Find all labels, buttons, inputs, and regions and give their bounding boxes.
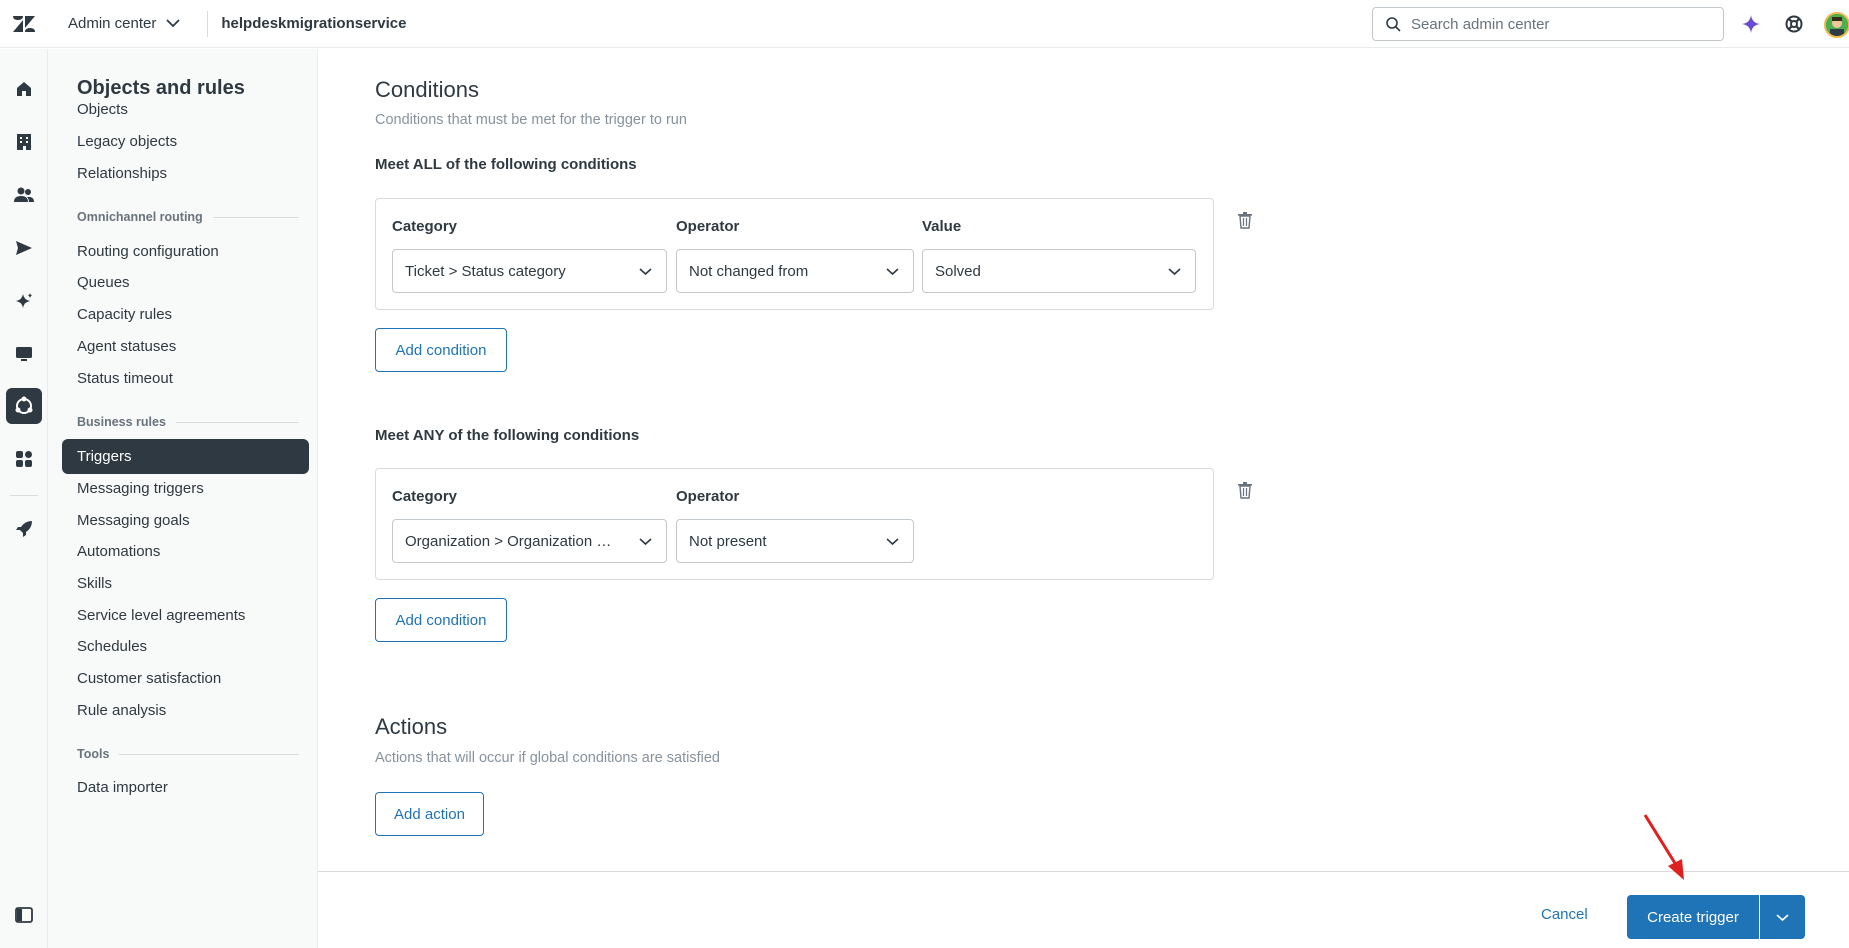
annotation-arrow-icon bbox=[1643, 814, 1684, 880]
chevron-down-icon bbox=[1776, 913, 1789, 921]
nav-item-triggers-label: Triggers bbox=[77, 448, 132, 465]
trigger-editor: Conditions Conditions that must be met f… bbox=[318, 49, 1849, 871]
secondary-nav: Objects and rules Objects Legacy objects… bbox=[48, 49, 318, 948]
value-label: Value bbox=[922, 218, 962, 235]
category-label: Category bbox=[392, 488, 458, 505]
people-icon[interactable] bbox=[6, 177, 42, 213]
getting-started-rocket-icon[interactable] bbox=[6, 511, 42, 547]
chevron-down-icon bbox=[886, 538, 899, 546]
operator-select[interactable]: Not present bbox=[676, 519, 914, 563]
search-placeholder: Search admin center bbox=[1411, 15, 1550, 33]
top-bar: Admin center helpdeskmigrationservice Se… bbox=[0, 0, 1849, 48]
nav-item-customer-satisfaction[interactable]: Customer satisfaction bbox=[77, 670, 221, 687]
conditions-heading: Conditions bbox=[375, 77, 479, 102]
channels-send-icon[interactable] bbox=[6, 230, 42, 266]
nav-item-messaging-goals[interactable]: Messaging goals bbox=[77, 512, 190, 529]
subdomain-name: helpdeskmigrationservice bbox=[221, 15, 407, 32]
nav-item-relationships[interactable]: Relationships bbox=[77, 165, 167, 182]
search-input[interactable]: Search admin center bbox=[1372, 7, 1724, 41]
ai-sparkle-rail-icon[interactable] bbox=[6, 283, 42, 319]
operator-value: Not present bbox=[689, 532, 767, 550]
all-condition-row: Category Operator Value Ticket > Status … bbox=[375, 198, 1214, 310]
nav-item-skills[interactable]: Skills bbox=[77, 575, 112, 592]
add-all-condition-button[interactable]: Add condition bbox=[375, 328, 507, 372]
help-lifebuoy-icon[interactable] bbox=[1782, 12, 1806, 36]
chevron-down-icon bbox=[1168, 268, 1181, 276]
nav-item-routing-configuration[interactable]: Routing configuration bbox=[77, 243, 219, 260]
category-label: Category bbox=[392, 218, 458, 235]
nav-item-legacy-objects[interactable]: Legacy objects bbox=[77, 133, 177, 150]
nav-item-queues[interactable]: Queues bbox=[77, 274, 130, 291]
account-building-icon[interactable] bbox=[6, 124, 42, 160]
search-icon bbox=[1386, 17, 1401, 32]
nav-item-schedules[interactable]: Schedules bbox=[77, 638, 147, 655]
nav-item-status-timeout[interactable]: Status timeout bbox=[77, 370, 173, 387]
cancel-button[interactable]: Cancel bbox=[1541, 906, 1588, 923]
nav-item-rule-analysis[interactable]: Rule analysis bbox=[77, 702, 166, 719]
objects-rules-icon[interactable] bbox=[6, 388, 42, 424]
nav-item-agent-statuses[interactable]: Agent statuses bbox=[77, 338, 176, 355]
create-trigger-button[interactable]: Create trigger bbox=[1627, 895, 1759, 939]
operator-select[interactable]: Not changed from bbox=[676, 249, 914, 293]
all-conditions-label: Meet ALL of the following conditions bbox=[375, 156, 637, 173]
user-avatar[interactable] bbox=[1824, 12, 1849, 38]
nav-group-tools: Tools bbox=[77, 747, 299, 761]
chevron-down-icon bbox=[166, 19, 181, 28]
nav-group-label: Business rules bbox=[77, 415, 166, 429]
operator-label: Operator bbox=[676, 488, 740, 505]
conditions-hint: Conditions that must be met for the trig… bbox=[375, 112, 687, 128]
category-value: Organization > Organization … bbox=[405, 532, 612, 550]
product-rail bbox=[0, 49, 48, 948]
category-select[interactable]: Ticket > Status category bbox=[392, 249, 667, 293]
chevron-down-icon bbox=[886, 268, 899, 276]
product-switcher[interactable]: Admin center bbox=[48, 0, 192, 48]
category-value: Ticket > Status category bbox=[405, 262, 566, 280]
nav-group-label: Omnichannel routing bbox=[77, 210, 203, 224]
add-any-condition-button[interactable]: Add condition bbox=[375, 598, 507, 642]
actions-heading: Actions bbox=[375, 714, 448, 739]
value-select[interactable]: Solved bbox=[922, 249, 1196, 293]
operator-label: Operator bbox=[676, 218, 740, 235]
chevron-down-icon bbox=[639, 268, 652, 276]
zendesk-logo-icon[interactable] bbox=[0, 0, 48, 48]
collapse-sidebar-icon[interactable] bbox=[6, 897, 42, 933]
nav-item-data-importer[interactable]: Data importer bbox=[77, 779, 168, 796]
create-options-button[interactable] bbox=[1760, 895, 1805, 939]
any-condition-row: Category Operator Organization > Organiz… bbox=[375, 468, 1214, 580]
chevron-down-icon bbox=[639, 538, 652, 546]
ai-sparkle-icon[interactable] bbox=[1739, 12, 1763, 36]
rail-divider bbox=[10, 495, 38, 496]
nav-title: Objects and rules bbox=[77, 77, 245, 99]
category-select[interactable]: Organization > Organization … bbox=[392, 519, 667, 563]
delete-condition-trash-icon[interactable] bbox=[1235, 210, 1255, 230]
actions-hint: Actions that will occur if global condit… bbox=[375, 750, 720, 766]
workspaces-monitor-icon[interactable] bbox=[6, 336, 42, 372]
nav-item-messaging-triggers[interactable]: Messaging triggers bbox=[77, 480, 204, 497]
home-icon[interactable] bbox=[6, 71, 42, 107]
add-action-button[interactable]: Add action bbox=[375, 792, 484, 836]
nav-item-capacity-rules[interactable]: Capacity rules bbox=[77, 306, 172, 323]
nav-group-business-rules: Business rules bbox=[77, 415, 299, 429]
nav-group-omnichannel: Omnichannel routing bbox=[77, 210, 299, 224]
delete-condition-trash-icon[interactable] bbox=[1235, 480, 1255, 500]
nav-item-automations[interactable]: Automations bbox=[77, 543, 160, 560]
nav-item-objects[interactable]: Objects bbox=[77, 101, 128, 118]
value-value: Solved bbox=[935, 262, 981, 280]
product-name: Admin center bbox=[68, 15, 157, 32]
any-conditions-label: Meet ANY of the following conditions bbox=[375, 427, 640, 444]
nav-item-sla[interactable]: Service level agreements bbox=[77, 607, 245, 624]
footer-bar: Cancel Create trigger bbox=[318, 871, 1849, 948]
operator-value: Not changed from bbox=[689, 262, 809, 280]
apps-integrations-icon[interactable] bbox=[6, 441, 42, 477]
nav-group-label: Tools bbox=[77, 747, 110, 761]
